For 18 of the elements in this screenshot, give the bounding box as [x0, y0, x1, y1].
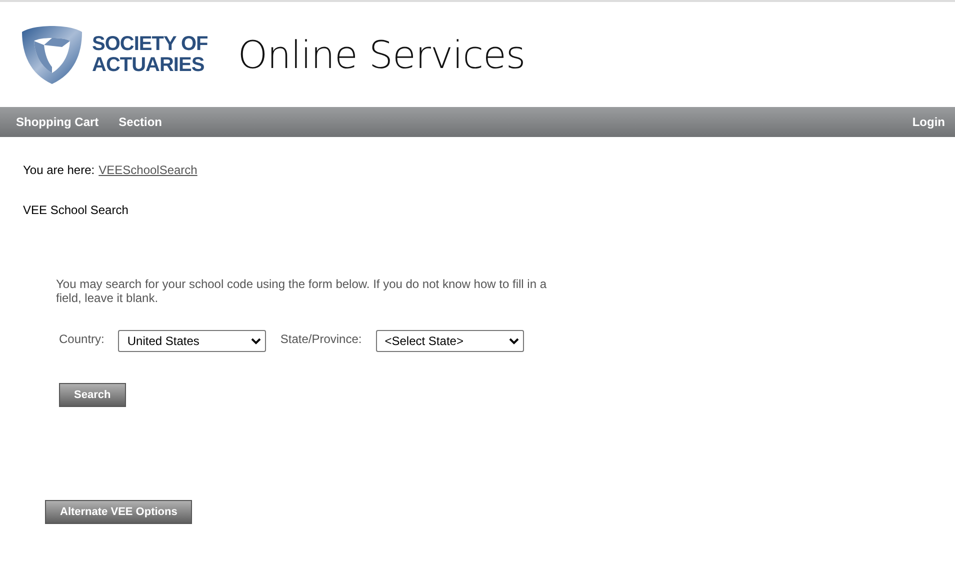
- chevron-down-icon: [508, 338, 519, 344]
- site-title: Online Services: [238, 32, 526, 76]
- instructions-text: You may search for your school code using the form below. If you do not know how to fill in a field, leave it blank.: [56, 277, 548, 305]
- nav-link[interactable]: Shopping Cart: [16, 115, 99, 129]
- shield-logo-icon: [20, 24, 84, 86]
- chevron-down-icon: [251, 338, 262, 344]
- organization-name: SOCIETY OF ACTUARIES: [92, 34, 208, 76]
- search-button[interactable]: Search: [59, 383, 126, 407]
- dropdown-field[interactable]: United States: [118, 330, 266, 352]
- field-label: Country:: [59, 332, 104, 346]
- field-label: State/Province:: [280, 332, 362, 346]
- breadcrumb-link[interactable]: VEESchoolSearch: [98, 163, 198, 177]
- alternate-options-button[interactable]: Alternate VEE Options: [45, 500, 192, 524]
- nav-link[interactable]: Login: [912, 115, 945, 129]
- dropdown-field[interactable]: <Select State>: [376, 330, 524, 352]
- breadcrumb-label: You are here:: [23, 163, 95, 177]
- page-heading: VEE School Search: [23, 203, 130, 217]
- nav-link[interactable]: Section: [118, 115, 162, 129]
